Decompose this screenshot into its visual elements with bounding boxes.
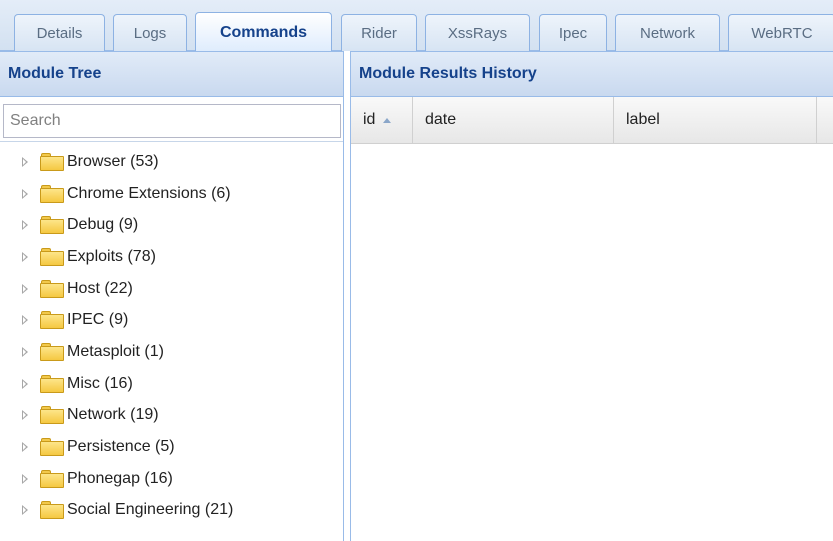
folder-icon xyxy=(40,438,64,457)
tree-item-label: Debug (9) xyxy=(67,216,139,234)
expand-arrow-icon[interactable] xyxy=(22,346,28,357)
tree-item-label: Social Engineering (21) xyxy=(67,501,234,519)
column-header-filler xyxy=(817,97,833,143)
folder-icon xyxy=(40,469,64,488)
folder-icon xyxy=(40,374,64,393)
tree-item-label: Exploits (78) xyxy=(67,247,156,265)
tree-item-host[interactable]: Host (22) xyxy=(0,273,343,305)
tree-item-debug[interactable]: Debug (9) xyxy=(0,209,343,241)
tree-item-label: Misc (16) xyxy=(67,374,133,392)
expand-arrow-icon[interactable] xyxy=(22,220,28,231)
column-header-label-col[interactable]: label xyxy=(614,97,817,143)
tab-rider[interactable]: Rider xyxy=(341,14,417,51)
column-header-id[interactable]: id xyxy=(351,97,413,143)
column-header-date[interactable]: date xyxy=(413,97,614,143)
tree-item-ipec[interactable]: IPEC (9) xyxy=(0,304,343,336)
tab-xssrays[interactable]: XssRays xyxy=(425,14,530,51)
tree-item-network[interactable]: Network (19) xyxy=(0,400,343,432)
expand-arrow-icon[interactable] xyxy=(22,315,28,326)
tab-ipec[interactable]: Ipec xyxy=(539,14,607,51)
module-tree: Browser (53) Chrome Extensions (6) Debug… xyxy=(0,142,343,526)
column-header-label: label xyxy=(626,111,660,128)
expand-arrow-icon[interactable] xyxy=(22,410,28,421)
tree-item-misc[interactable]: Misc (16) xyxy=(0,368,343,400)
tab-details[interactable]: Details xyxy=(14,14,105,51)
tree-item-social-engineering[interactable]: Social Engineering (21) xyxy=(0,495,343,527)
folder-icon xyxy=(40,279,64,298)
expand-arrow-icon[interactable] xyxy=(22,188,28,199)
results-grid-header: id date label xyxy=(351,97,833,144)
tree-item-browser[interactable]: Browser (53) xyxy=(0,146,343,178)
tab-commands[interactable]: Commands xyxy=(195,12,332,52)
module-results-panel: Module Results History id date label xyxy=(350,51,833,541)
folder-icon xyxy=(40,342,64,361)
tab-network[interactable]: Network xyxy=(615,14,720,51)
search-container xyxy=(0,97,343,142)
tree-item-phonegap[interactable]: Phonegap (16) xyxy=(0,463,343,495)
expand-arrow-icon[interactable] xyxy=(22,251,28,262)
column-header-label: id xyxy=(363,111,376,128)
tab-logs[interactable]: Logs xyxy=(113,14,187,51)
tab-webrtc[interactable]: WebRTC xyxy=(728,14,833,51)
expand-arrow-icon[interactable] xyxy=(22,442,28,453)
tree-item-label: Metasploit (1) xyxy=(67,342,164,360)
tree-item-metasploit[interactable]: Metasploit (1) xyxy=(0,336,343,368)
sort-ascending-icon xyxy=(383,118,392,123)
folder-icon xyxy=(40,311,64,330)
tab-bar: Details Logs Commands Rider XssRays Ipec… xyxy=(0,0,833,52)
module-tree-title: Module Tree xyxy=(0,51,343,97)
tree-item-label: Persistence (5) xyxy=(67,438,175,456)
tree-item-label: Browser (53) xyxy=(67,152,159,170)
folder-icon xyxy=(40,184,64,203)
search-input[interactable] xyxy=(3,104,341,138)
results-grid-body xyxy=(351,144,833,540)
tree-item-label: IPEC (9) xyxy=(67,311,129,329)
tree-item-label: Phonegap (16) xyxy=(67,469,173,487)
tree-item-exploits[interactable]: Exploits (78) xyxy=(0,241,343,273)
expand-arrow-icon[interactable] xyxy=(22,283,28,294)
expand-arrow-icon[interactable] xyxy=(22,505,28,516)
folder-icon xyxy=(40,406,64,425)
expand-arrow-icon[interactable] xyxy=(22,156,28,167)
tree-item-label: Host (22) xyxy=(67,279,133,297)
folder-icon xyxy=(40,501,64,520)
module-results-title: Module Results History xyxy=(351,51,833,97)
expand-arrow-icon[interactable] xyxy=(22,378,28,389)
tree-item-chrome-extensions[interactable]: Chrome Extensions (6) xyxy=(0,178,343,210)
tree-item-label: Chrome Extensions (6) xyxy=(67,184,231,202)
folder-icon xyxy=(40,247,64,266)
module-tree-panel: Module Tree Browser (53) Chrome Extensio… xyxy=(0,51,344,541)
tree-item-persistence[interactable]: Persistence (5) xyxy=(0,431,343,463)
column-header-label: date xyxy=(425,111,457,128)
folder-icon xyxy=(40,216,64,235)
folder-icon xyxy=(40,152,64,171)
tree-item-label: Network (19) xyxy=(67,406,159,424)
expand-arrow-icon[interactable] xyxy=(22,473,28,484)
